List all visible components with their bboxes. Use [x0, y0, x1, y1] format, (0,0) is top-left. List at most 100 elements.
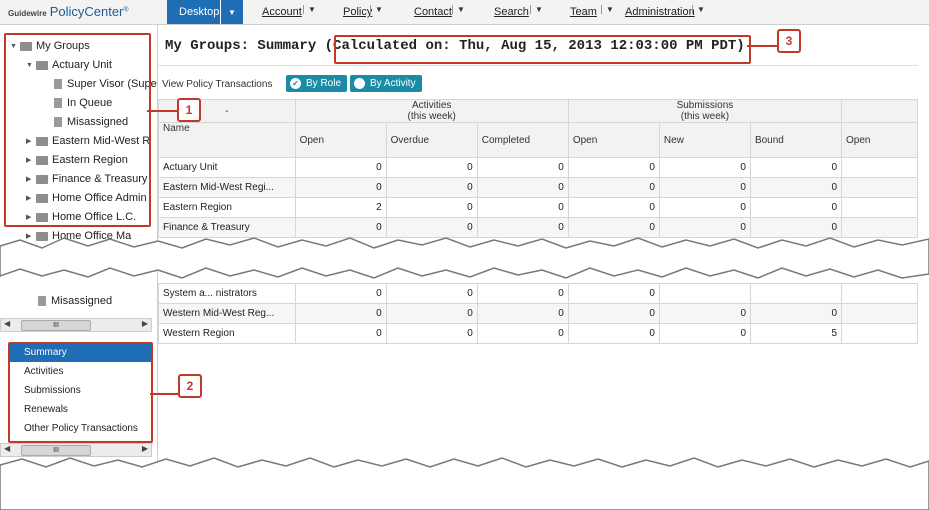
- callout-box-calculated-timestamp: [334, 35, 751, 64]
- row-name[interactable]: Western Mid-West Reg...: [158, 303, 296, 324]
- table-cell: 2: [294, 197, 387, 218]
- table-cell: 0: [294, 323, 387, 344]
- chevron-down-icon[interactable]: ▼: [452, 5, 465, 14]
- table-cell: 0: [476, 157, 569, 178]
- by-role-toggle[interactable]: ✔ By Role: [286, 75, 348, 92]
- submissions-group-header: Submissions (this week): [567, 99, 843, 123]
- callout-badge-3: 3: [777, 29, 801, 53]
- table-cell: 0: [749, 197, 843, 218]
- column-header-overdue[interactable]: Overdue: [385, 122, 478, 158]
- chevron-right-icon[interactable]: ▶: [142, 319, 148, 328]
- table-cell: 0: [294, 303, 387, 324]
- column-header-open[interactable]: Open: [841, 122, 918, 158]
- table-cell: 0: [567, 157, 660, 178]
- row-name[interactable]: Western Region: [158, 323, 296, 344]
- table-cell: 0: [476, 177, 569, 198]
- group-header-label: Activities: [411, 100, 452, 112]
- tree-node-label: Misassigned: [51, 295, 113, 307]
- chevron-down-icon[interactable]: ▼: [692, 5, 705, 14]
- menu-account[interactable]: Account: [262, 6, 302, 18]
- desktop-tab-label: Desktop: [179, 6, 220, 18]
- brand-mark: ®: [123, 6, 129, 14]
- table-cell: 0: [476, 197, 569, 218]
- by-activity-label: By Activity: [370, 78, 416, 89]
- torn-edge-divider: [0, 237, 929, 279]
- tree-scrollbar[interactable]: ◀ III ▶: [0, 318, 152, 332]
- row-name[interactable]: Eastern Mid-West Regi...: [158, 177, 296, 198]
- table-row[interactable]: Eastern Region 2 0 0 0 0 0: [158, 197, 918, 218]
- summary-table: - Activities (this week) Submissions (this…: [158, 99, 918, 238]
- chevron-down-icon[interactable]: ▼: [370, 5, 383, 14]
- callout-connector: [747, 45, 777, 47]
- name-column-header[interactable]: Name: [158, 122, 296, 158]
- view-policy-transactions-label: View Policy Transactions: [162, 79, 273, 90]
- chevron-down-icon[interactable]: ▼: [303, 5, 316, 14]
- table-row[interactable]: Eastern Mid-West Regi... 0 0 0 0 0 0: [158, 177, 918, 198]
- by-role-label: By Role: [306, 78, 342, 89]
- chevron-left-icon[interactable]: ◀: [4, 319, 10, 328]
- menu-policy[interactable]: Policy: [343, 6, 372, 18]
- table-cell: 0: [567, 323, 660, 344]
- table-row[interactable]: Western Region 0 0 0 0 0 5: [158, 323, 918, 344]
- torn-edge-shape: [0, 237, 929, 279]
- table-cell: 5: [749, 323, 843, 344]
- chevron-right-icon[interactable]: ▶: [142, 444, 148, 453]
- check-icon: ✔: [290, 78, 301, 89]
- column-header-open[interactable]: Open: [294, 122, 387, 158]
- menu-contact[interactable]: Contact: [414, 6, 452, 18]
- column-header-new[interactable]: New: [658, 122, 751, 158]
- row-name[interactable]: Actuary Unit: [158, 157, 296, 178]
- table-cell: 0: [749, 303, 843, 324]
- row-name[interactable]: System a... nistrators: [158, 283, 296, 304]
- page-title-text: My Groups: Summary: [165, 38, 317, 54]
- table-row[interactable]: Western Mid-West Reg... 0 0 0 0 0 0: [158, 303, 918, 324]
- chevron-down-icon[interactable]: ▼: [220, 0, 243, 24]
- scrollbar-thumb[interactable]: III: [21, 320, 91, 331]
- radio-icon: [354, 78, 365, 89]
- column-header-completed[interactable]: Completed: [476, 122, 569, 158]
- document-icon: [38, 296, 46, 306]
- table-cell: 0: [567, 177, 660, 198]
- table-cell: 0: [567, 197, 660, 218]
- table-cell: [841, 323, 918, 344]
- chevron-down-icon[interactable]: ▼: [530, 5, 543, 14]
- torn-edge-bottom: [0, 457, 929, 510]
- table-cell: 0: [385, 323, 478, 344]
- by-activity-toggle[interactable]: By Activity: [350, 75, 422, 92]
- chevron-left-icon[interactable]: ◀: [4, 444, 10, 453]
- menu-search[interactable]: Search: [494, 6, 529, 18]
- table-cell: 0: [658, 323, 752, 344]
- callout-connector: [147, 110, 177, 112]
- tree-leaf-misassigned-bottom[interactable]: Misassigned: [38, 295, 112, 307]
- table-cell: 0: [294, 177, 387, 198]
- table-cell: 0: [294, 157, 387, 178]
- column-header-bound[interactable]: Bound: [749, 122, 843, 158]
- table-cell: [841, 283, 918, 304]
- table-cell: 0: [749, 157, 843, 178]
- table-cell: 0: [476, 303, 569, 324]
- table-cell: 0: [385, 303, 478, 324]
- table-cell: [841, 303, 918, 324]
- table-cell: [841, 157, 918, 178]
- table-cell: [841, 197, 918, 218]
- callout-badge-2: 2: [178, 374, 202, 398]
- divider: [158, 65, 918, 66]
- table-row[interactable]: Actuary Unit 0 0 0 0 0 0: [158, 157, 918, 178]
- chevron-down-icon[interactable]: ▼: [601, 5, 614, 14]
- row-name[interactable]: Eastern Region: [158, 197, 296, 218]
- menu-administration[interactable]: Administration: [625, 6, 695, 18]
- callout-badge-1: 1: [177, 98, 201, 122]
- table-cell: [658, 283, 752, 304]
- callout-box-sidebar-nav: [8, 342, 153, 443]
- callout-box-group-tree: [4, 33, 151, 227]
- menu-team[interactable]: Team: [570, 6, 597, 18]
- column-header-open[interactable]: Open: [567, 122, 660, 158]
- summary-table-continued: System a... nistrators 0 0 0 0 Western M…: [158, 283, 918, 344]
- table-cell: 0: [658, 303, 752, 324]
- top-menu-bar: Guidewire PolicyCenter® Desktop ▼ Account…: [0, 0, 929, 25]
- desktop-tab[interactable]: Desktop ▼: [167, 0, 243, 24]
- table-row[interactable]: System a... nistrators 0 0 0 0: [158, 283, 918, 304]
- callout-connector: [150, 393, 178, 395]
- table-cell: 0: [567, 283, 660, 304]
- table-cell: 0: [385, 177, 478, 198]
